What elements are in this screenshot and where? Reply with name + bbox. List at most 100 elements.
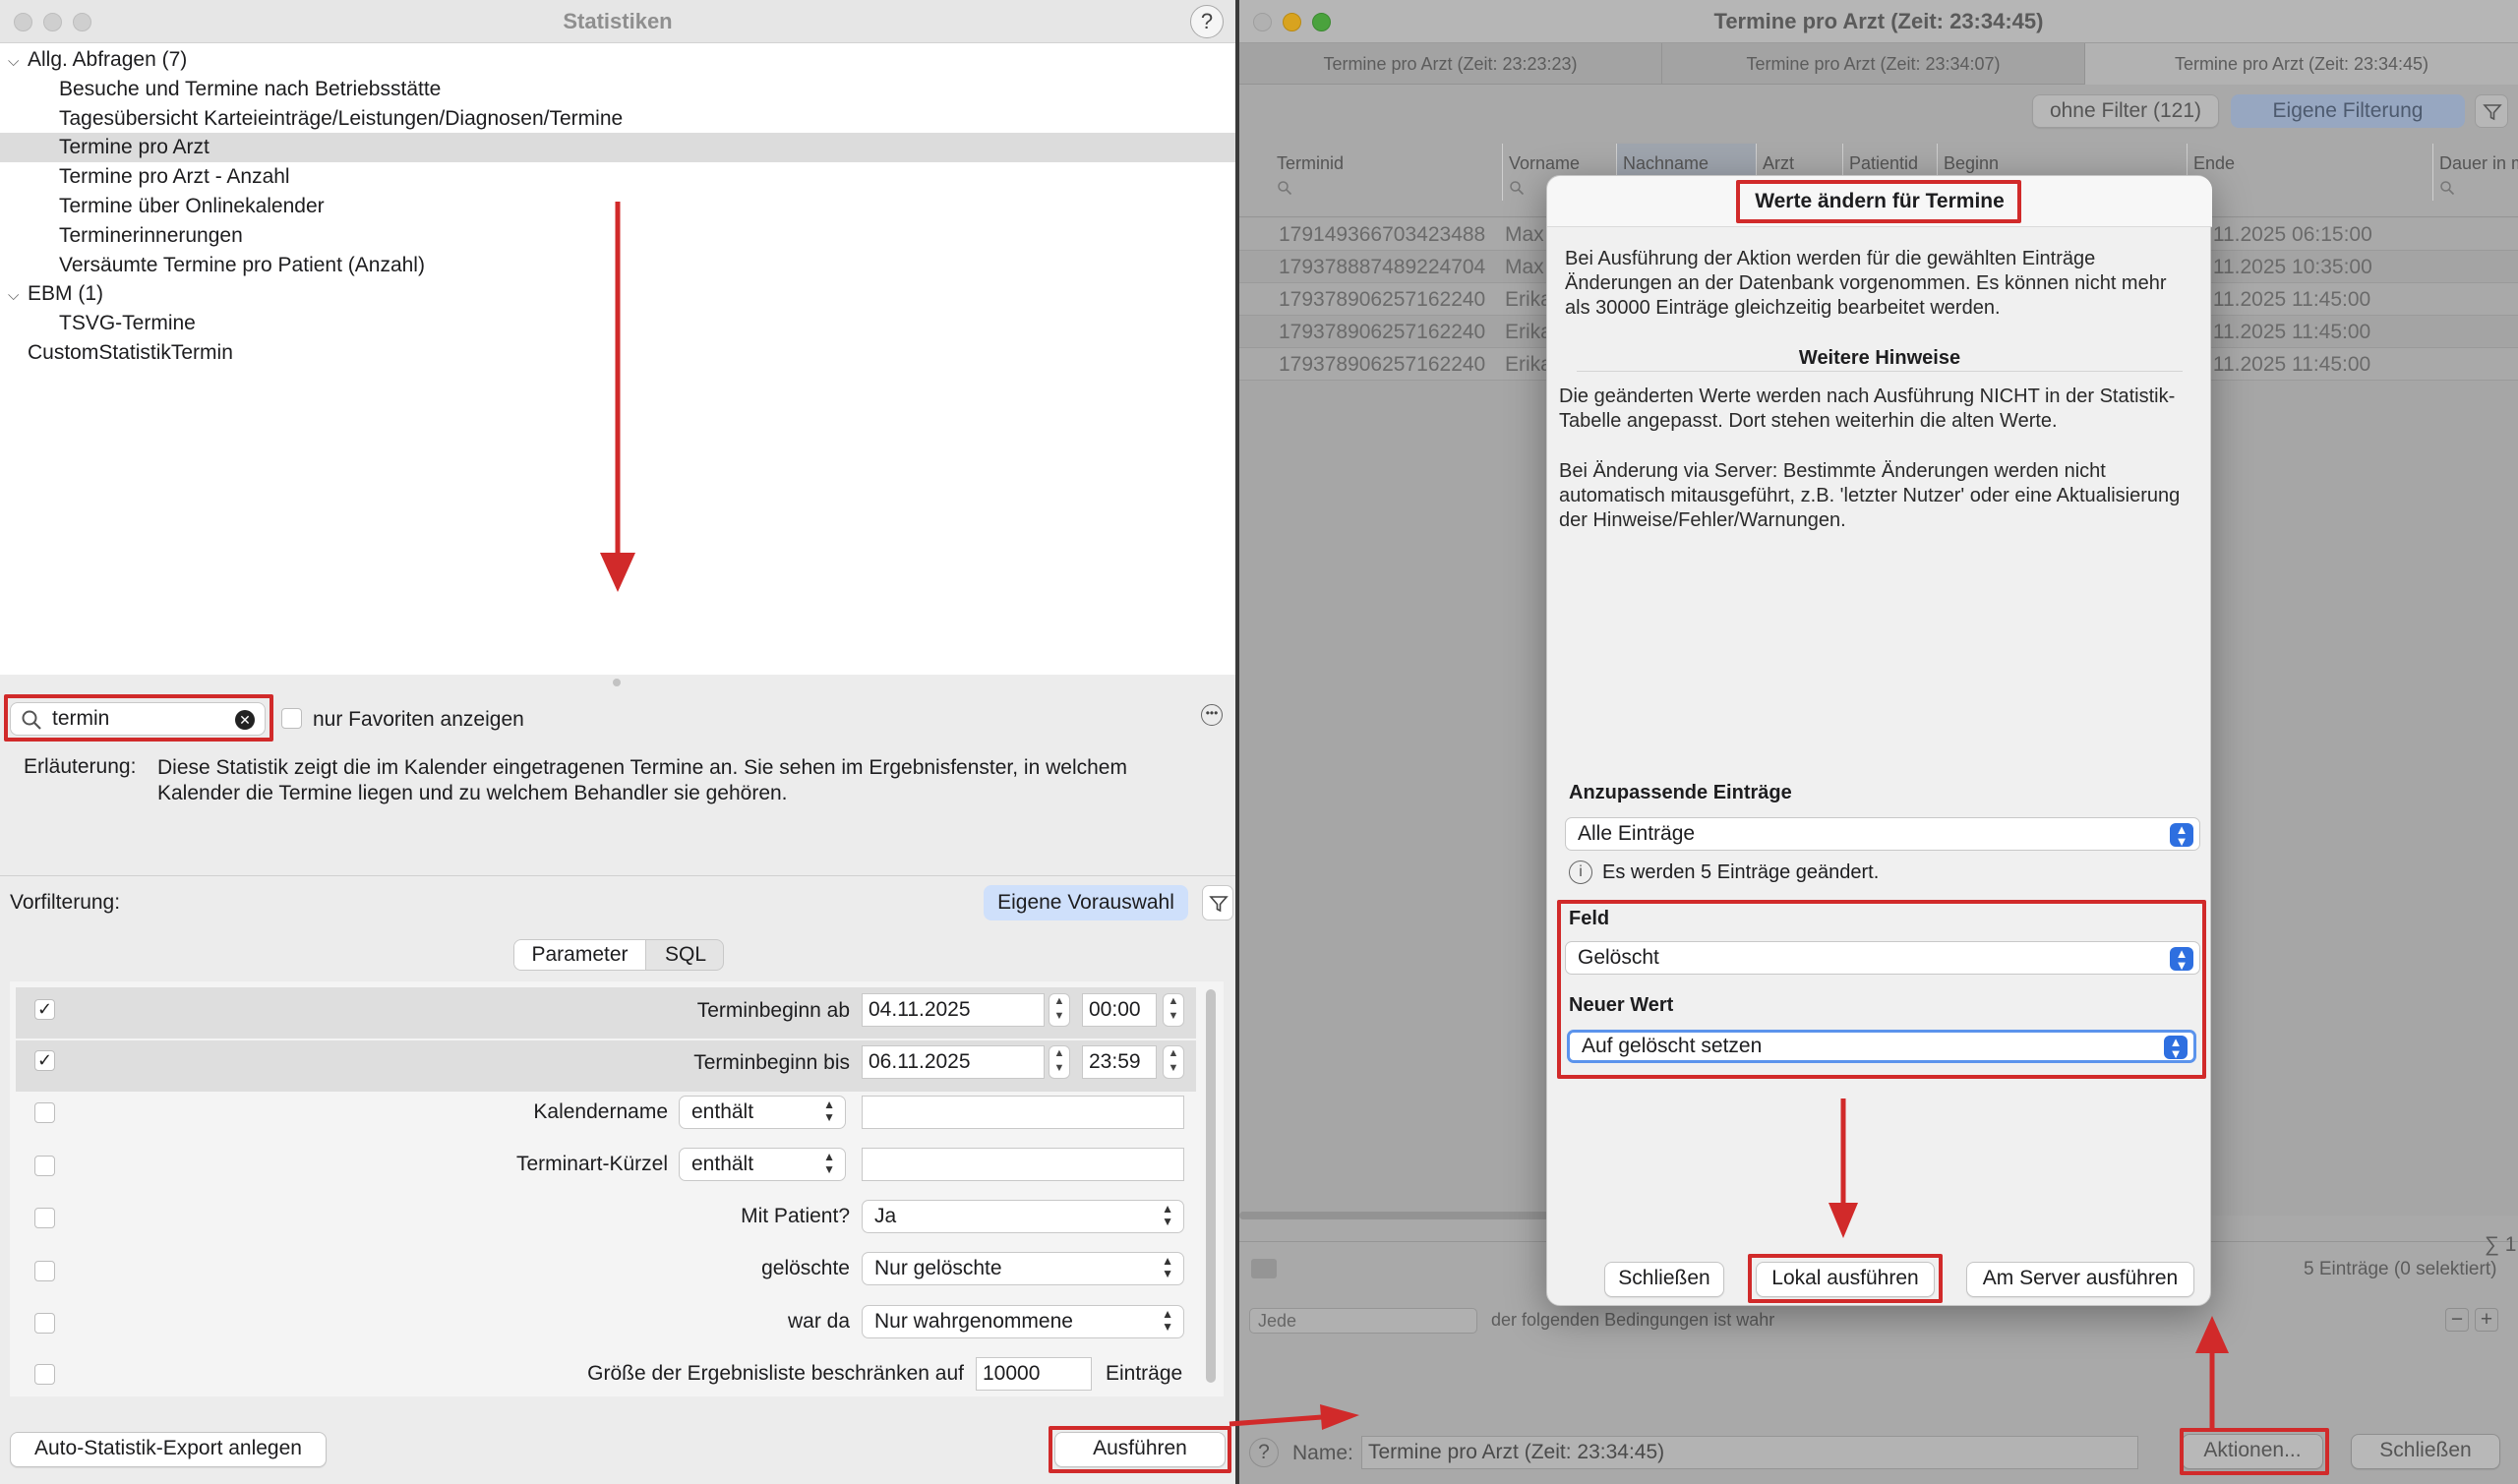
war-da-checkbox[interactable] [34,1313,55,1334]
more-options-icon[interactable]: ••• [1201,704,1223,726]
geloeschte-select[interactable]: Nur gelöschte ▲ ▼ [862,1252,1184,1285]
column-header[interactable]: Dauer in m [2433,144,2518,201]
server-ausfuehren-button[interactable]: Am Server ausführen [1966,1262,2194,1297]
vorfilterung-label: Vorfilterung: [10,891,121,914]
cell-vorname: Max [1505,223,1544,246]
war-da-select[interactable]: Nur wahrgenommene ▲ ▼ [862,1305,1184,1338]
ausfuehren-button[interactable]: Ausführen [1054,1432,1226,1467]
time-stepper[interactable]: ▲ ▼ [1163,993,1184,1027]
splitter-handle[interactable] [613,679,621,686]
terminbeginn-ab-time[interactable]: 00:00 [1082,993,1157,1027]
result-tab-3[interactable]: Termine pro Arzt (Zeit: 23:34:45) [2085,43,2518,85]
mit-patient-select[interactable]: Ja ▲ ▼ [862,1200,1184,1233]
ohne-filter-button[interactable]: ohne Filter (121) [2032,94,2219,128]
erlaeuterung-text: Diese Statistik zeigt die im Kalender ei… [157,756,1127,804]
jede-select[interactable]: Jede [1249,1308,1477,1334]
terminbeginn-bis-checkbox[interactable]: ✓ [34,1050,55,1071]
chevron-down-icon[interactable]: ⌵ [8,281,28,311]
tree-item[interactable]: Besuche und Termine nach Betriebsstätte [0,75,1235,104]
kalendername-checkbox[interactable] [34,1102,55,1123]
schliessen-button[interactable]: Schließen [2351,1434,2500,1469]
tree-item-label: Tagesübersicht Karteieinträge/Leistungen… [59,106,624,130]
parameter-sql-tabs: Parameter SQL [513,939,724,971]
name-label: Name: [1292,1442,1353,1464]
result-tab-1[interactable]: Termine pro Arzt (Zeit: 23:23:23) [1239,43,1662,85]
terminbeginn-bis-date[interactable]: 06.11.2025 [862,1045,1045,1079]
dialog-intro: Bei Ausführung der Aktion werden für die… [1565,248,2167,319]
dialog-hint-1: Die geänderten Werte werden nach Ausführ… [1559,386,2176,432]
window-title: Statistiken [563,9,673,33]
terminart-checkbox[interactable] [34,1156,55,1176]
terminart-operator[interactable]: enthält ▲ ▼ [679,1148,846,1181]
cell-terminid: 179378906257162240 [1279,353,1486,376]
mit-patient-checkbox[interactable] [34,1208,55,1228]
search-icon[interactable] [2439,180,2518,201]
tree-item[interactable]: ⌵ Allg. Abfragen (7) [0,45,1235,75]
select-value: Gelöscht [1578,946,1659,969]
filter-button[interactable] [1202,885,1233,920]
terminbeginn-bis-time[interactable]: 23:59 [1082,1045,1157,1079]
column-header[interactable]: Terminid [1271,144,1503,201]
kalendername-input[interactable] [862,1096,1184,1129]
cell-vorname: Erika [1505,288,1552,311]
cell-terminid: 179149366703423488 [1279,223,1486,246]
search-field[interactable]: termin ✕ [10,702,266,736]
eigene-filterung-button[interactable]: Eigene Filterung [2231,94,2465,128]
tree-item[interactable]: Termine pro Arzt [0,133,1235,163]
tree-item-label: Versäumte Termine pro Patient (Anzahl) [59,253,425,276]
cell-vorname: Erika [1505,353,1552,376]
terminbeginn-ab-checkbox[interactable]: ✓ [34,999,55,1020]
tab-sql[interactable]: SQL [646,940,723,970]
dialog-schliessen-button[interactable]: Schließen [1604,1262,1724,1297]
time-stepper[interactable]: ▲ ▼ [1163,1045,1184,1079]
column-header-label: Nachname [1623,153,1709,173]
tree-item[interactable]: Tagesübersicht Karteieinträge/Leistungen… [0,104,1235,134]
search-input[interactable]: termin [52,707,109,731]
help-button[interactable]: ? [1249,1438,1279,1467]
filter-button[interactable] [2475,94,2508,128]
clear-search-icon[interactable]: ✕ [235,710,255,730]
geloeschte-checkbox[interactable] [34,1261,55,1281]
tab-parameter[interactable]: Parameter [514,940,646,970]
anzupassende-select[interactable]: Alle Einträge ▲ ▼ [1565,817,2200,851]
groesse-input[interactable]: 10000 [976,1357,1092,1391]
tree-item[interactable]: Termine pro Arzt - Anzahl [0,162,1235,192]
help-button[interactable]: ? [1190,5,1224,38]
neuer-wert-select[interactable]: Auf gelöscht setzen ▲ ▼ [1567,1030,2196,1063]
groesse-label: Größe der Ergebnisliste beschränken auf [587,1362,964,1385]
eigene-vorauswahl-button[interactable]: Eigene Vorauswahl [984,885,1188,920]
groesse-unit: Einträge [1106,1362,1183,1385]
add-condition-button[interactable]: + [2475,1308,2498,1332]
terminart-input[interactable] [862,1148,1184,1181]
param-scrollbar[interactable] [1206,989,1216,1383]
result-tab-2[interactable]: Termine pro Arzt (Zeit: 23:34:07) [1662,43,2085,85]
aktionen-button[interactable]: Aktionen... [2182,1434,2323,1469]
name-input[interactable]: Termine pro Arzt (Zeit: 23:34:45) [1361,1436,2138,1469]
select-value: Jede [1258,1311,1297,1331]
sum-symbol: ∑ 1 [2485,1233,2517,1256]
remove-condition-button[interactable]: − [2445,1308,2469,1332]
date-stepper[interactable]: ▲ ▼ [1049,993,1070,1027]
updown-icon: ▲ ▼ [2170,947,2193,972]
list-toggle-icon[interactable] [1251,1259,1277,1278]
tree-item-label: EBM (1) [28,282,104,306]
cell-terminid: 179378906257162240 [1279,321,1486,343]
terminart-label: Terminart-Kürzel [515,1153,668,1175]
annotation-arrow-down [1829,1098,1858,1238]
chevron-down-icon[interactable]: ⌵ [8,47,28,77]
column-header-label: Vorname [1509,153,1581,173]
select-value: Alle Einträge [1578,822,1696,845]
favorites-checkbox[interactable] [281,708,302,729]
werte-aendern-dialog: Werte ändern für Termine Bei Ausführung … [1546,175,2212,1306]
groesse-checkbox[interactable] [34,1364,55,1385]
search-icon[interactable] [2193,180,2432,201]
search-icon[interactable] [1277,180,1502,201]
column-header[interactable]: Ende [2188,144,2433,201]
date-stepper[interactable]: ▲ ▼ [1049,1045,1070,1079]
terminbeginn-ab-date[interactable]: 04.11.2025 [862,993,1045,1027]
annotation-arrow-up [2195,1316,2229,1428]
feld-select[interactable]: Gelöscht ▲ ▼ [1565,941,2200,975]
auto-export-button[interactable]: Auto-Statistik-Export anlegen [10,1432,327,1467]
lokal-ausfuehren-button[interactable]: Lokal ausführen [1756,1262,1935,1297]
kalendername-operator[interactable]: enthält ▲ ▼ [679,1096,846,1129]
